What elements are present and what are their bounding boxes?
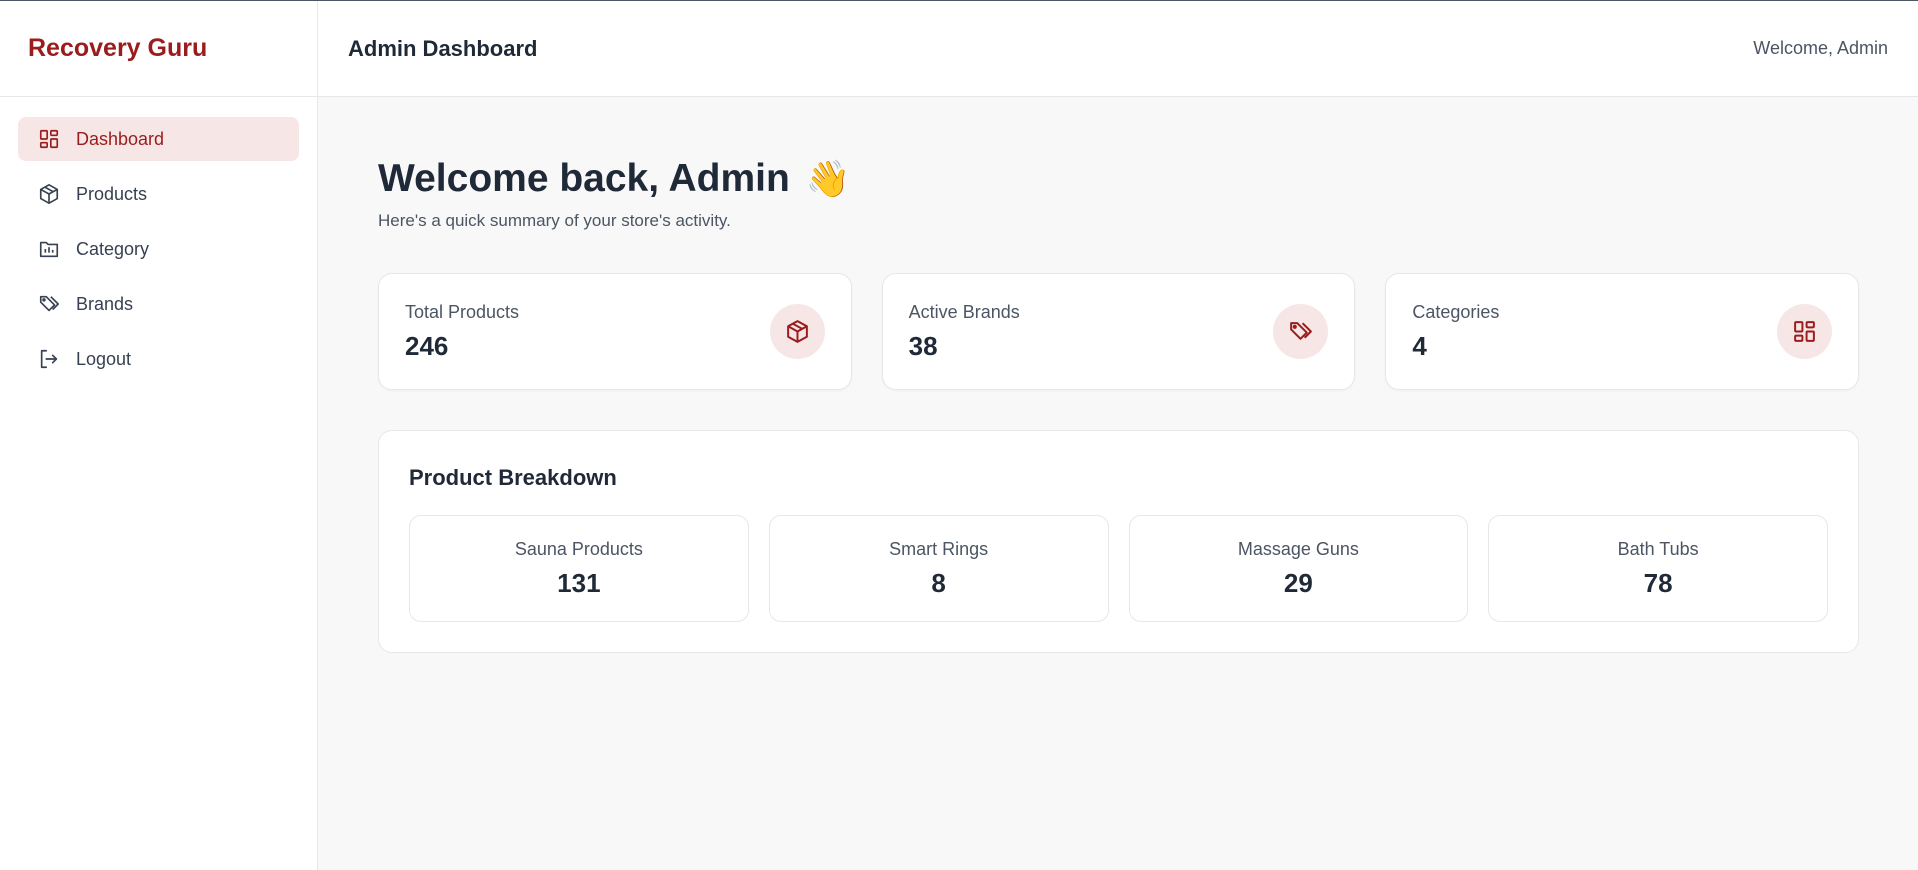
stat-label: Active Brands bbox=[908, 301, 1020, 322]
breakdown-title: Product Breakdown bbox=[409, 465, 617, 490]
sidebar-item-category[interactable]: Category bbox=[18, 227, 299, 271]
wave-emoji: 👋 bbox=[805, 158, 851, 199]
stat-card-categories: Categories 4 bbox=[1385, 273, 1860, 390]
stat-label: Total Products bbox=[405, 301, 520, 322]
sidebar-item-logout[interactable]: Logout bbox=[18, 337, 299, 381]
breakdown-row: Sauna Products 131 Smart Rings 8 Massage… bbox=[409, 515, 1828, 622]
breakdown-card-massage-guns: Massage Guns 29 bbox=[1128, 515, 1469, 622]
dashboard-icon bbox=[38, 128, 60, 150]
sidebar-item-label: Category bbox=[76, 238, 150, 259]
stat-value: 4 bbox=[1412, 330, 1427, 361]
stat-card-total-products: Total Products 246 bbox=[378, 273, 852, 390]
product-breakdown-panel: Product Breakdown Sauna Products 131 Sma… bbox=[378, 430, 1859, 653]
welcome-heading: Welcome back, Admin 👋 bbox=[378, 157, 1859, 201]
breakdown-label: Massage Guns bbox=[1237, 538, 1359, 559]
box-icon bbox=[38, 183, 60, 205]
sidebar-item-label: Products bbox=[76, 183, 148, 204]
breakdown-value: 8 bbox=[931, 567, 946, 598]
breakdown-label: Smart Rings bbox=[889, 538, 989, 559]
logout-icon bbox=[38, 348, 60, 370]
breakdown-value: 29 bbox=[1283, 567, 1313, 598]
folder-chart-icon bbox=[38, 238, 60, 260]
brand-logo[interactable]: Recovery Guru bbox=[0, 1, 317, 97]
sidebar-item-label: Brands bbox=[76, 293, 134, 314]
stat-label: Categories bbox=[1412, 301, 1500, 322]
breakdown-value: 131 bbox=[557, 567, 601, 598]
tags-icon bbox=[1273, 304, 1329, 359]
page-title: Admin Dashboard bbox=[348, 35, 538, 61]
stat-value: 246 bbox=[405, 330, 449, 361]
sidebar-item-label: Logout bbox=[76, 348, 132, 369]
stats-row: Total Products 246 Active Brands 38 Cate… bbox=[378, 273, 1860, 390]
sidebar-item-brands[interactable]: Brands bbox=[18, 282, 299, 326]
breakdown-value: 78 bbox=[1643, 567, 1673, 598]
breakdown-card-bath-tubs: Bath Tubs 78 bbox=[1488, 515, 1828, 622]
stat-value: 38 bbox=[908, 330, 938, 361]
breakdown-label: Bath Tubs bbox=[1617, 538, 1699, 559]
top-header: Admin Dashboard Welcome, Admin bbox=[318, 1, 1918, 97]
breakdown-card-smart-rings: Smart Rings 8 bbox=[768, 515, 1109, 622]
breakdown-label: Sauna Products bbox=[514, 538, 643, 559]
box-icon bbox=[769, 304, 825, 359]
dashboard-icon bbox=[1777, 304, 1833, 359]
sidebar: Recovery Guru Dashboard Products Categor… bbox=[0, 1, 318, 870]
sidebar-item-label: Dashboard bbox=[76, 128, 165, 149]
welcome-subtitle: Here's a quick summary of your store's a… bbox=[378, 211, 731, 230]
sidebar-nav: Dashboard Products Category Brands Logou… bbox=[0, 97, 317, 412]
sidebar-item-products[interactable]: Products bbox=[18, 172, 299, 216]
main-content: Welcome back, Admin 👋 Here's a quick sum… bbox=[378, 97, 1860, 653]
welcome-heading-text: Welcome back, Admin bbox=[378, 157, 790, 200]
user-welcome[interactable]: Welcome, Admin bbox=[1753, 38, 1888, 59]
tags-icon bbox=[38, 293, 60, 315]
breakdown-card-sauna-products: Sauna Products 131 bbox=[409, 515, 749, 622]
stat-card-active-brands: Active Brands 38 bbox=[881, 273, 1356, 390]
sidebar-item-dashboard[interactable]: Dashboard bbox=[18, 117, 299, 161]
